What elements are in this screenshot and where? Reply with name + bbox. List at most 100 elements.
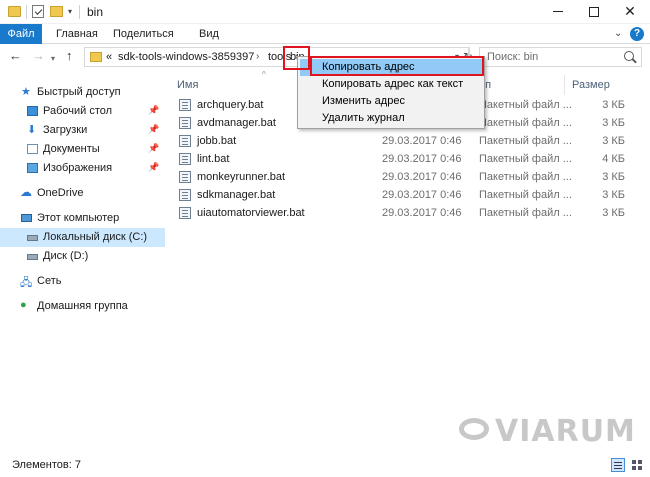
forward-arrow-icon[interactable]: →: [32, 49, 45, 63]
batch-file-icon: [179, 189, 191, 201]
sidebar-item-this-pc[interactable]: Этот компьютер: [0, 209, 165, 228]
sidebar-item-pictures[interactable]: Изображения 📌: [0, 159, 165, 178]
tab-view[interactable]: Вид: [199, 24, 219, 44]
table-row[interactable]: sdkmanager.bat 29.03.2017 0:46 Пакетный …: [168, 186, 628, 204]
file-date: 29.03.2017 0:46: [382, 207, 462, 219]
file-size: 3 КБ: [602, 189, 625, 201]
table-row[interactable]: uiautomatorviewer.bat 29.03.2017 0:46 Па…: [168, 204, 628, 222]
tab-file[interactable]: Файл: [0, 24, 42, 44]
file-size: 3 КБ: [602, 171, 625, 183]
sidebar-item-network[interactable]: 🖧 Сеть: [0, 272, 165, 291]
documents-icon: [27, 144, 38, 154]
chevron-down-icon[interactable]: ▾: [68, 8, 76, 16]
file-date: 29.03.2017 0:46: [382, 153, 462, 165]
file-type: Пакетный файл ...: [479, 135, 572, 147]
file-date: 29.03.2017 0:46: [382, 189, 462, 201]
menu-item-label: Изменить адрес: [322, 95, 405, 107]
sidebar-item-label: Домашняя группа: [37, 300, 128, 312]
search-input[interactable]: Поиск: bin: [479, 47, 642, 67]
details-view-icon[interactable]: [611, 458, 625, 472]
file-type: Пакетный файл ...: [479, 99, 572, 111]
sidebar-item-label: Сеть: [37, 275, 62, 287]
file-type: Пакетный файл ...: [479, 171, 572, 183]
sidebar-item-homegroup[interactable]: ● Домашняя группа: [0, 297, 165, 316]
navigation-pane: ★ Быстрый доступ Рабочий стол 📌 ⬇ Загруз…: [0, 70, 168, 454]
column-divider[interactable]: [564, 75, 565, 95]
sidebar-item-desktop[interactable]: Рабочий стол 📌: [0, 102, 165, 121]
tab-share[interactable]: Поделиться: [113, 24, 174, 44]
watermark-logo: VIARUM: [459, 412, 639, 449]
file-type: Пакетный файл ...: [479, 189, 572, 201]
properties-icon[interactable]: [32, 5, 44, 18]
maximize-button[interactable]: [576, 0, 612, 24]
sidebar-item-label: Документы: [43, 143, 100, 155]
table-row[interactable]: monkeyrunner.bat 29.03.2017 0:46 Пакетны…: [168, 168, 628, 186]
computer-icon: [21, 214, 32, 222]
file-name: lint.bat: [197, 153, 230, 165]
minimize-icon: [553, 11, 563, 13]
star-icon: ★: [21, 86, 31, 98]
table-row[interactable]: lint.bat 29.03.2017 0:46 Пакетный файл .…: [168, 150, 628, 168]
folder-icon: [90, 52, 102, 62]
table-row[interactable]: jobb.bat 29.03.2017 0:46 Пакетный файл .…: [168, 132, 628, 150]
close-button[interactable]: ✕: [612, 0, 648, 24]
pin-icon[interactable]: 📌: [148, 124, 159, 135]
menu-item-label: Копировать адрес как текст: [322, 78, 464, 90]
menu-item-delete-history[interactable]: Удалить журнал: [300, 110, 482, 127]
watermark-ring-icon: [459, 418, 489, 440]
file-name: avdmanager.bat: [197, 117, 276, 129]
sidebar-item-downloads[interactable]: ⬇ Загрузки 📌: [0, 121, 165, 140]
sidebar-item-label: Диск (D:): [43, 250, 89, 262]
recent-locations-icon[interactable]: ▾: [51, 52, 55, 66]
sidebar-item-local-disk-c[interactable]: Локальный диск (C:): [0, 228, 165, 247]
sidebar-item-label: Изображения: [43, 162, 113, 174]
title-separator: [79, 5, 80, 19]
column-header-name[interactable]: Имя: [177, 75, 198, 95]
menu-item-copy-address-as-text[interactable]: Копировать адрес как текст: [300, 76, 482, 93]
file-name: uiautomatorviewer.bat: [197, 207, 305, 219]
file-type: Пакетный файл ...: [479, 207, 572, 219]
title-bar: ▾ bin ✕: [0, 0, 650, 24]
chevron-right-icon[interactable]: ›: [256, 51, 259, 62]
sidebar-item-quick-access[interactable]: ★ Быстрый доступ: [0, 83, 165, 102]
sidebar-item-label: Загрузки: [43, 124, 88, 136]
sidebar-item-disk-d[interactable]: Диск (D:): [0, 247, 165, 266]
maximize-icon: [589, 6, 599, 17]
file-name: sdkmanager.bat: [197, 189, 276, 201]
desktop-icon: [27, 106, 38, 116]
disk-icon: [27, 254, 38, 260]
pin-icon[interactable]: 📌: [148, 143, 159, 154]
new-folder-icon[interactable]: [50, 6, 63, 17]
tab-home[interactable]: Главная: [56, 24, 98, 44]
sidebar-item-label: Этот компьютер: [37, 212, 120, 224]
file-size: 3 КБ: [602, 117, 625, 129]
file-date: 29.03.2017 0:46: [382, 171, 462, 183]
sidebar-item-documents[interactable]: Документы 📌: [0, 140, 165, 159]
close-icon: ✕: [624, 3, 636, 19]
item-count: Элементов: 7: [12, 459, 81, 471]
column-header-size[interactable]: Размер: [572, 75, 610, 95]
menu-item-label: Удалить журнал: [322, 112, 405, 124]
search-placeholder: Поиск: bin: [487, 51, 539, 63]
up-arrow-icon[interactable]: ↑: [66, 49, 73, 63]
sidebar-item-onedrive[interactable]: ☁ OneDrive: [0, 184, 165, 203]
search-icon[interactable]: [624, 51, 634, 61]
menu-item-edit-address[interactable]: Изменить адрес: [300, 93, 482, 110]
pin-icon[interactable]: 📌: [148, 162, 159, 173]
folder-icon: [8, 6, 21, 17]
download-icon: ⬇: [27, 124, 37, 136]
batch-file-icon: [179, 117, 191, 129]
address-overflow[interactable]: «: [106, 51, 112, 63]
large-icons-view-icon[interactable]: [630, 458, 644, 472]
pin-icon[interactable]: 📌: [148, 105, 159, 116]
ribbon-expand-icon[interactable]: ⌄: [614, 28, 622, 39]
file-size: 3 КБ: [602, 99, 625, 111]
sidebar-item-label: Рабочий стол: [43, 105, 113, 117]
minimize-button[interactable]: [540, 0, 576, 24]
help-icon[interactable]: ?: [630, 27, 644, 41]
batch-file-icon: [179, 99, 191, 111]
ribbon: Файл Главная Поделиться Вид ⌄ ?: [0, 24, 650, 44]
back-arrow-icon[interactable]: ←: [9, 49, 22, 63]
breadcrumb-sdk-tools[interactable]: sdk-tools-windows-3859397: [118, 51, 254, 63]
batch-file-icon: [179, 207, 191, 219]
